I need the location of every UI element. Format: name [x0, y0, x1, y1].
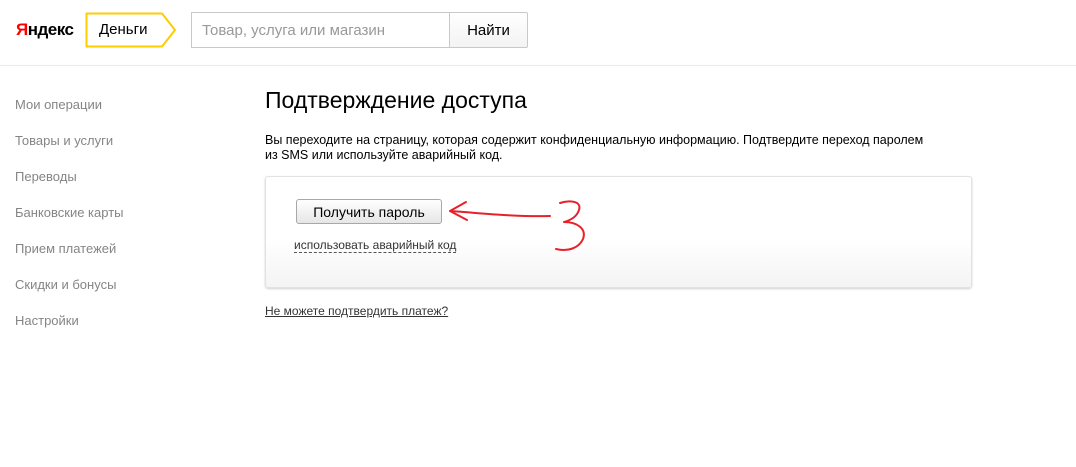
hand-drawn-arrow-and-number-3-icon — [449, 200, 585, 251]
description-line-1: Вы переходите на страницу, которая содер… — [265, 133, 924, 147]
header: Яндекс Деньги Найти — [0, 0, 1076, 66]
sidebar-menu: Мои операции Товары и услуги Переводы Ба… — [15, 95, 215, 347]
service-tag-label: Деньги — [99, 21, 148, 38]
page-title: Подтверждение доступа — [265, 87, 527, 113]
sidebar-item-accept-payments[interactable]: Прием платежей — [15, 239, 215, 275]
logo-rest: ндекс — [27, 20, 74, 39]
cant-confirm-payment-link[interactable]: Не можете подтвердить платеж? — [265, 304, 448, 318]
sidebar-item-operations[interactable]: Мои операции — [15, 95, 215, 131]
sidebar-item-transfers[interactable]: Переводы — [15, 167, 215, 203]
yandex-logo[interactable]: Яндекс — [16, 19, 74, 41]
confirmation-card: Получить пароль использовать аварийный к… — [265, 176, 972, 288]
search-input[interactable] — [191, 12, 450, 48]
get-password-button[interactable]: Получить пароль — [296, 199, 442, 224]
description-line-2: из SMS или используйте аварийный код. — [265, 148, 503, 162]
logo-first-letter: Я — [16, 20, 28, 39]
sidebar-item-discounts-bonuses[interactable]: Скидки и бонусы — [15, 275, 215, 311]
search-button[interactable]: Найти — [449, 12, 528, 48]
sidebar-item-goods-services[interactable]: Товары и услуги — [15, 131, 215, 167]
sidebar-item-settings[interactable]: Настройки — [15, 311, 215, 347]
sidebar-item-bank-cards[interactable]: Банковские карты — [15, 203, 215, 239]
access-description: Вы переходите на страницу, которая содер… — [265, 133, 965, 163]
service-tag-money[interactable]: Деньги — [85, 12, 177, 48]
use-emergency-code-link[interactable]: использовать аварийный код — [294, 238, 457, 253]
